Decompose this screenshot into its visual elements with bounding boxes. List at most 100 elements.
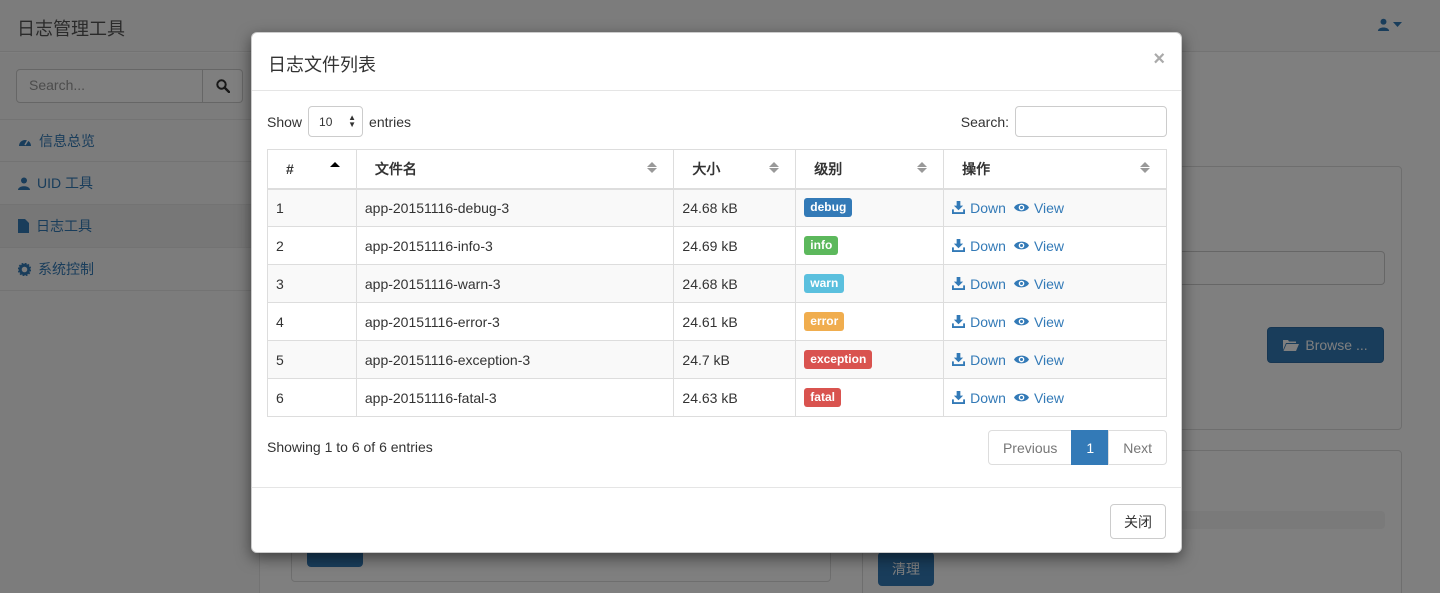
table-row: 6 app-20151116-fatal-3 24.63 kB fatal Down Vi… <box>267 378 1167 417</box>
modal-body: Show 10 ▲▼ entries Search: # 文件名 大小 级别 <box>267 92 1167 465</box>
row-number-cell: 5 <box>267 340 357 379</box>
eye-icon <box>1013 241 1029 250</box>
table-controls: Show 10 ▲ ▼ entries Search: <box>267 92 1167 150</box>
view-link[interactable]: View <box>1013 351 1065 368</box>
level-cell: info <box>795 226 945 265</box>
search-label: Search: <box>960 113 1009 130</box>
close-icon[interactable]: × <box>1153 49 1165 69</box>
level-badge: debug <box>804 198 853 218</box>
level-badge: fatal <box>804 388 841 407</box>
column-label: 级别 <box>814 160 843 177</box>
view-link[interactable]: View <box>1013 199 1065 216</box>
select-arrows-icon: ▲ ▼ <box>348 113 357 129</box>
filename-cell: app-20151116-warn-3 <box>355 264 675 303</box>
download-link[interactable]: Down <box>952 238 1006 254</box>
page-length-control: Show 10 ▲ ▼ entries <box>267 106 411 137</box>
table-search-input[interactable] <box>1015 106 1167 137</box>
sort-icon <box>917 162 928 173</box>
pagination: Previous 1 Next <box>987 430 1167 465</box>
download-label: Down <box>970 199 1006 216</box>
actions-cell: Down View <box>943 188 1167 227</box>
level-badge: exception <box>804 350 873 369</box>
eye-icon <box>1013 393 1029 402</box>
view-label: View <box>1033 275 1065 292</box>
previous-page-button[interactable]: Previous <box>987 430 1073 465</box>
row-number-cell: 6 <box>267 378 357 417</box>
size-cell: 24.68 kB <box>673 188 797 227</box>
page-1-button[interactable]: 1 <box>1071 430 1110 465</box>
download-label: Down <box>970 237 1006 254</box>
level-badge: error <box>804 312 845 331</box>
table-search: Search: <box>961 106 1167 137</box>
modal-footer: 关闭 <box>252 487 1181 553</box>
log-files-table: # 文件名 大小 级别 操作 1 app-20151116-debug-3 24.6… <box>267 149 1167 417</box>
sort-icon <box>647 162 658 173</box>
column-label: 文件名 <box>374 160 417 177</box>
table-row: 2 app-20151116-info-3 24.69 kB info Down View <box>267 226 1167 265</box>
table-row: 4 app-20151116-error-3 24.61 kB error Down Vi… <box>267 302 1167 341</box>
filename-cell: app-20151116-debug-3 <box>355 188 675 227</box>
download-label: Down <box>970 389 1006 406</box>
column-header-number[interactable]: # <box>267 149 357 190</box>
download-icon <box>952 201 966 215</box>
sort-icon <box>1140 162 1150 173</box>
table-footer: Showing 1 to 6 of 6 entries Previous 1 N… <box>267 428 1167 468</box>
table-header-row: # 文件名 大小 级别 操作 <box>267 149 1167 190</box>
view-label: View <box>1033 351 1065 368</box>
download-icon <box>952 239 966 252</box>
row-number-cell: 3 <box>267 264 357 303</box>
download-link[interactable]: Down <box>952 390 1006 406</box>
download-link[interactable]: Down <box>952 314 1006 330</box>
page-length-value: 10 <box>319 114 333 129</box>
view-label: View <box>1033 199 1065 216</box>
column-header-filename[interactable]: 文件名 <box>355 149 675 190</box>
table-info: Showing 1 to 6 of 6 entries <box>267 439 433 455</box>
sort-icon <box>769 162 780 173</box>
eye-icon <box>1013 355 1029 364</box>
level-cell: exception <box>795 340 945 379</box>
modal-title: 日志文件列表 <box>268 55 376 75</box>
row-number-cell: 1 <box>267 188 357 227</box>
level-badge: warn <box>804 274 845 293</box>
column-header-size[interactable]: 大小 <box>673 149 797 190</box>
column-label: # <box>286 160 294 177</box>
close-button[interactable]: 关闭 <box>1110 504 1166 539</box>
next-page-button[interactable]: Next <box>1108 430 1167 465</box>
level-badge: info <box>804 236 839 255</box>
download-icon <box>952 353 966 366</box>
entries-label: entries <box>369 113 412 130</box>
view-link[interactable]: View <box>1013 314 1064 330</box>
page-length-select[interactable]: 10 ▲ ▼ <box>308 106 364 137</box>
column-header-level[interactable]: 级别 <box>795 149 945 190</box>
column-label: 操作 <box>962 160 991 177</box>
actions-cell: Down View <box>943 264 1167 303</box>
view-link[interactable]: View <box>1013 237 1065 254</box>
eye-icon <box>1013 279 1029 288</box>
column-header-actions[interactable]: 操作 <box>943 149 1167 190</box>
size-cell: 24.61 kB <box>673 302 797 341</box>
view-link[interactable]: View <box>1013 389 1065 406</box>
actions-cell: Down View <box>943 302 1167 341</box>
download-link[interactable]: Down <box>952 352 1006 368</box>
actions-cell: Down View <box>943 226 1167 265</box>
size-cell: 24.69 kB <box>673 226 797 265</box>
table-row: 5 app-20151116-exception-3 24.7 kB exceptio… <box>267 340 1167 379</box>
show-label: Show <box>267 113 303 130</box>
filename-cell: app-20151116-error-3 <box>355 302 675 341</box>
view-label: View <box>1033 389 1065 406</box>
modal-header: 日志文件列表 × <box>252 33 1181 91</box>
view-link[interactable]: View <box>1013 275 1065 292</box>
eye-icon <box>1013 317 1029 326</box>
actions-cell: Down View <box>943 340 1167 379</box>
table-row: 3 app-20151116-warn-3 24.68 kB warn Down View <box>267 264 1167 303</box>
filename-cell: app-20151116-fatal-3 <box>355 378 675 417</box>
level-cell: error <box>795 302 945 341</box>
actions-cell: Down View <box>943 378 1167 417</box>
size-cell: 24.68 kB <box>673 264 797 303</box>
view-label: View <box>1033 237 1065 254</box>
download-link[interactable]: Down <box>952 200 1006 216</box>
level-cell: fatal <box>795 378 945 417</box>
row-number-cell: 2 <box>267 226 357 265</box>
size-cell: 24.7 kB <box>673 340 797 379</box>
download-link[interactable]: Down <box>952 276 1006 292</box>
